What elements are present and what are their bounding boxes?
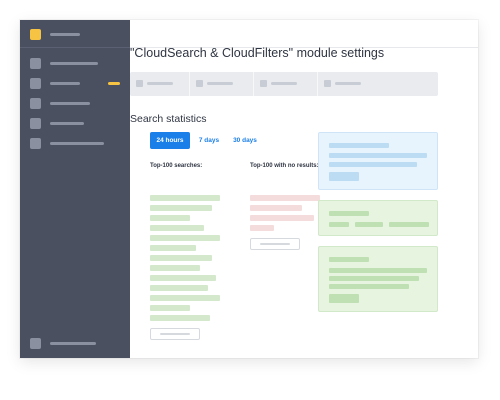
nav-icon <box>30 78 41 89</box>
app-name-placeholder <box>50 33 80 36</box>
panel-line <box>329 143 389 148</box>
panel-line <box>329 257 369 262</box>
sidebar-item-1[interactable] <box>20 54 130 74</box>
top-search-row <box>150 295 220 301</box>
search-statistics-heading: Search statistics <box>130 113 207 125</box>
panel-line <box>329 284 409 289</box>
top-search-row <box>150 235 220 241</box>
no-result-row <box>250 205 302 211</box>
top-search-row <box>150 265 200 271</box>
tab-1[interactable] <box>130 72 190 96</box>
nav-icon <box>30 58 41 69</box>
no-result-row <box>250 215 314 221</box>
panel-line <box>329 222 349 227</box>
no-result-row <box>250 195 320 201</box>
period-7-days-button[interactable]: 7 days <box>194 132 224 149</box>
sidebar <box>20 20 130 358</box>
nav-icon <box>30 98 41 109</box>
sidebar-item-label-placeholder <box>50 62 98 65</box>
panel-line <box>329 162 417 167</box>
panel-line <box>329 211 369 216</box>
sidebar-item-5[interactable] <box>20 134 130 154</box>
panel-line <box>389 222 429 227</box>
nav-icon <box>30 118 41 129</box>
button-label-placeholder <box>160 333 190 335</box>
panel-button[interactable] <box>329 172 359 181</box>
info-panel <box>318 132 438 190</box>
sidebar-item-3[interactable] <box>20 94 130 114</box>
tab-2[interactable] <box>190 72 254 96</box>
tab-4[interactable] <box>318 72 438 96</box>
top-search-row <box>150 285 208 291</box>
no-result-row <box>250 225 274 231</box>
tab-label-placeholder <box>335 82 361 85</box>
panel-button[interactable] <box>329 294 359 303</box>
top-search-row <box>150 215 190 221</box>
top-search-row <box>150 275 216 281</box>
button-label-placeholder <box>260 243 290 245</box>
tab-icon <box>136 80 143 87</box>
notification-badge <box>108 82 120 85</box>
nav-icon <box>30 338 41 349</box>
tab-icon <box>260 80 267 87</box>
sidebar-item-label-placeholder <box>50 122 84 125</box>
show-more-searches-button[interactable] <box>150 328 200 340</box>
success-panel-details <box>318 246 438 312</box>
sidebar-item-4[interactable] <box>20 114 130 134</box>
panel-line <box>329 268 427 273</box>
sidebar-item-label-placeholder <box>50 342 96 345</box>
nav-icon <box>30 138 41 149</box>
top-search-row <box>150 255 212 261</box>
top-bar <box>130 20 478 48</box>
top-searches-heading: Top-100 searches: <box>150 163 203 169</box>
sidebar-item-label-placeholder <box>50 142 104 145</box>
top-search-row <box>150 205 212 211</box>
period-24-hours-button[interactable]: 24 hours <box>150 132 190 149</box>
sidebar-header <box>20 20 130 48</box>
sidebar-item-2[interactable] <box>20 74 130 94</box>
top-search-row <box>150 195 220 201</box>
show-more-no-results-button[interactable] <box>250 238 300 250</box>
top-search-row <box>150 305 190 311</box>
top-search-row <box>150 245 196 251</box>
page-title: "CloudSearch & CloudFilters" module sett… <box>130 46 385 60</box>
panel-line <box>355 222 383 227</box>
sidebar-item-label-placeholder <box>50 82 80 85</box>
tab-label-placeholder <box>147 82 173 85</box>
tab-3[interactable] <box>254 72 318 96</box>
sidebar-item-label-placeholder <box>50 102 90 105</box>
sidebar-footer-item[interactable] <box>20 334 130 354</box>
top-search-row <box>150 315 210 321</box>
tab-icon <box>324 80 331 87</box>
app-logo-icon <box>30 29 41 40</box>
panel-line <box>329 276 419 281</box>
settings-tabs <box>130 72 438 96</box>
tab-icon <box>196 80 203 87</box>
success-panel <box>318 200 438 236</box>
period-30-days-button[interactable]: 30 days <box>228 132 262 149</box>
no-results-heading: Top-100 with no results: <box>250 163 319 169</box>
tab-label-placeholder <box>207 82 233 85</box>
panel-line <box>329 153 427 158</box>
top-search-row <box>150 225 204 231</box>
tab-label-placeholder <box>271 82 297 85</box>
